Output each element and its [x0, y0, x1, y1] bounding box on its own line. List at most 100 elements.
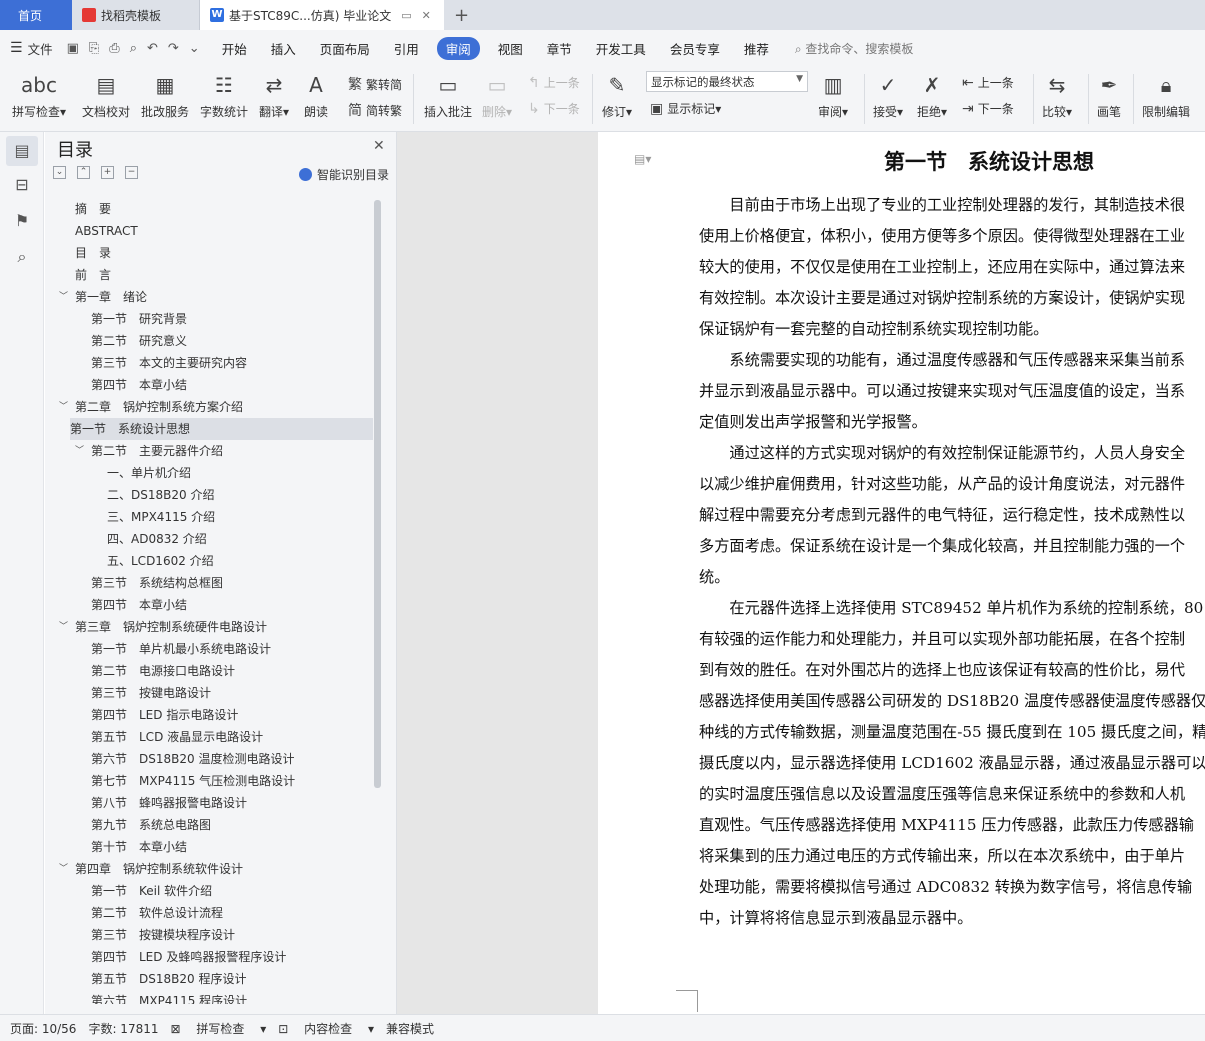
tab-document[interactable]: W 基于STC89C...仿真) 毕业论文 ▭ ✕ [200, 0, 444, 30]
menu-developer[interactable]: 开发工具 [596, 39, 646, 58]
toc-item[interactable]: 前 言 [45, 264, 373, 286]
toc-item[interactable]: 摘 要 [45, 198, 373, 220]
toc-item[interactable]: 第八节 蜂鸣器报警电路设计 [45, 792, 373, 814]
toc-item[interactable]: 第九节 系统总电路图 [45, 814, 373, 836]
bookmark-icon[interactable]: ⚑ [6, 206, 38, 236]
spell-check-button[interactable]: abc 拼写检查▾ [12, 70, 66, 120]
simp-to-trad-button[interactable]: 简简转繁 [348, 100, 402, 120]
toc-item[interactable]: 第一节 单片机最小系统电路设计 [45, 638, 373, 660]
redo-icon[interactable]: ↷ [168, 41, 179, 56]
toc-item[interactable]: 第二节 电源接口电路设计 [45, 660, 373, 682]
toc-item[interactable]: 第一节 Keil 软件介绍 [45, 880, 373, 902]
delete-comment-button[interactable]: ▭ 删除▾ [482, 70, 512, 120]
print-icon[interactable]: ⎙ [109, 41, 119, 56]
next-change-button[interactable]: ⇥ 下一条 [962, 100, 1014, 117]
batch-service-button[interactable]: ▦ 批改服务 [141, 70, 189, 120]
pen-button[interactable]: ✒ 画笔 [1097, 70, 1121, 120]
toc-item[interactable]: ﹀ 第二章 锅炉控制系统方案介绍 [45, 396, 373, 418]
print-preview-icon[interactable]: ⌕ [130, 41, 137, 56]
toc-item[interactable]: 第六节 DS18B20 温度检测电路设计 [45, 748, 373, 770]
document-page[interactable]: ▤▾ 第一节 系统设计思想 目前由于市场上出现了专业的工业控制处理器的发行，其制… [598, 132, 1205, 1014]
menu-references[interactable]: 引用 [394, 39, 419, 58]
more-icon[interactable]: ⌄ [189, 41, 200, 56]
toc-item[interactable]: 第三节 系统结构总框图 [45, 572, 373, 594]
document-proofread-button[interactable]: ▤ 文档校对 [82, 70, 130, 120]
smart-toc-button[interactable]: 智能识别目录 [299, 166, 389, 183]
export-pdf-icon[interactable]: ⎘ [89, 41, 99, 56]
translate-button[interactable]: ⇄ 翻译▾ [259, 70, 289, 120]
tab-window-icon[interactable]: ▭ [401, 9, 411, 22]
document-body[interactable]: 目前由于市场上出现了专业的工业控制处理器的发行，其制造技术很 使用上价格便宜，体积… [699, 190, 1205, 934]
save-icon[interactable]: ▣ [67, 41, 79, 56]
menu-member[interactable]: 会员专享 [670, 39, 720, 58]
toc-item[interactable]: 第五节 DS18B20 程序设计 [45, 968, 373, 990]
search-icon[interactable]: ⌕ [6, 242, 38, 272]
toc-item[interactable]: ﹀ 第四章 锅炉控制系统软件设计 [45, 858, 373, 880]
menu-recommend[interactable]: 推荐 [744, 39, 769, 58]
toc-item[interactable]: ﹀ 第一章 绪论 [45, 286, 373, 308]
word-count-indicator[interactable]: 字数: 17811 [88, 1020, 158, 1037]
toc-item[interactable]: ﹀ 第二节 主要元器件介绍 [45, 440, 373, 462]
status-content-check[interactable]: ⊡ 内容检查 ▾ [278, 1020, 374, 1037]
toc-item[interactable]: 第四节 本章小结 [45, 594, 373, 616]
menu-page-layout[interactable]: 页面布局 [320, 39, 370, 58]
toc-item[interactable]: 四、AD0832 介绍 [45, 528, 373, 550]
undo-icon[interactable]: ↶ [147, 41, 158, 56]
page-options-icon[interactable]: ▤▾ [634, 152, 651, 166]
review-pane-button[interactable]: ▥ 审阅▾ [818, 70, 848, 120]
toc-item[interactable]: 二、DS18B20 介绍 [45, 484, 373, 506]
toc-item[interactable]: 第三节 按键模块程序设计 [45, 924, 373, 946]
toc-item[interactable]: 第四节 LED 及蜂鸣器报警程序设计 [45, 946, 373, 968]
chevron-down-icon[interactable]: ﹀ [59, 396, 68, 418]
toc-item[interactable]: 一、单片机介绍 [45, 462, 373, 484]
close-icon[interactable]: ✕ [373, 138, 385, 154]
toc-item[interactable]: 五、LCD1602 介绍 [45, 550, 373, 572]
page-indicator[interactable]: 页面: 10/56 [10, 1020, 76, 1037]
tab-home[interactable]: 首页 [0, 0, 72, 30]
toc-item[interactable]: 第一节 系统设计思想 [70, 418, 373, 440]
toc-item[interactable]: 第五节 LCD 液晶显示电路设计 [45, 726, 373, 748]
toc-item[interactable]: ﹀ 第三章 锅炉控制系统硬件电路设计 [45, 616, 373, 638]
read-aloud-button[interactable]: A 朗读 [304, 70, 328, 120]
chapter-nav-icon[interactable]: ⊟ [6, 170, 38, 200]
toc-item[interactable]: 第七节 MXP4115 气压检测电路设计 [45, 770, 373, 792]
insert-comment-button[interactable]: ▭ 插入批注 [424, 70, 472, 120]
next-comment-button[interactable]: ↳ 下一条 [528, 100, 580, 117]
menu-start[interactable]: 开始 [222, 39, 247, 58]
toc-item[interactable]: 目 录 [45, 242, 373, 264]
toc-scrollbar[interactable] [374, 200, 381, 788]
toc-item[interactable]: 第四节 本章小结 [45, 374, 373, 396]
toc-item[interactable]: 第六节 MXP4115 程序设计 [45, 990, 373, 1004]
remove-heading-icon[interactable]: − [125, 166, 138, 179]
reject-change-button[interactable]: ✗ 拒绝▾ [917, 70, 947, 120]
restrict-editing-button[interactable]: 🔒︎ 限制编辑 [1142, 70, 1190, 120]
menu-view[interactable]: 视图 [498, 39, 523, 58]
toc-item[interactable]: 第二节 软件总设计流程 [45, 902, 373, 924]
expand-all-icon[interactable]: ⌄ [53, 166, 66, 179]
collapse-all-icon[interactable]: ⌃ [77, 166, 90, 179]
chevron-down-icon[interactable]: ﹀ [59, 616, 68, 638]
tab-daoke-templates[interactable]: 找稻壳模板 [72, 0, 200, 30]
accept-change-button[interactable]: ✓ 接受▾ [873, 70, 903, 120]
trad-to-simp-button[interactable]: 繁繁转简 [348, 74, 402, 94]
toc-item[interactable]: 第三节 本文的主要研究内容 [45, 352, 373, 374]
toc-item[interactable]: 第一节 研究背景 [45, 308, 373, 330]
new-tab-button[interactable]: + [444, 0, 479, 30]
markup-state-select[interactable]: 显示标记的最终状态 ▼ [646, 71, 808, 92]
add-heading-icon[interactable]: + [101, 166, 114, 179]
file-menu[interactable]: ☰ 文件 [10, 39, 53, 58]
command-search[interactable]: ⌕ 查找命令、搜索模板 [795, 40, 914, 57]
toc-item[interactable]: 三、MPX4115 介绍 [45, 506, 373, 528]
word-count-button[interactable]: ☷ 字数统计 [200, 70, 248, 120]
menu-insert[interactable]: 插入 [271, 39, 296, 58]
menu-review[interactable]: 审阅 [436, 36, 480, 60]
toc-item[interactable]: 第十节 本章小结 [45, 836, 373, 858]
compare-button[interactable]: ⇆ 比较▾ [1042, 70, 1072, 120]
chevron-down-icon[interactable]: ﹀ [75, 440, 84, 462]
toc-item[interactable]: 第二节 研究意义 [45, 330, 373, 352]
toc-item[interactable]: 第四节 LED 指示电路设计 [45, 704, 373, 726]
chevron-down-icon[interactable]: ﹀ [59, 286, 68, 308]
toc-item[interactable]: ABSTRACT [45, 220, 373, 242]
chevron-down-icon[interactable]: ﹀ [59, 858, 68, 880]
previous-comment-button[interactable]: ↰ 上一条 [528, 74, 580, 91]
